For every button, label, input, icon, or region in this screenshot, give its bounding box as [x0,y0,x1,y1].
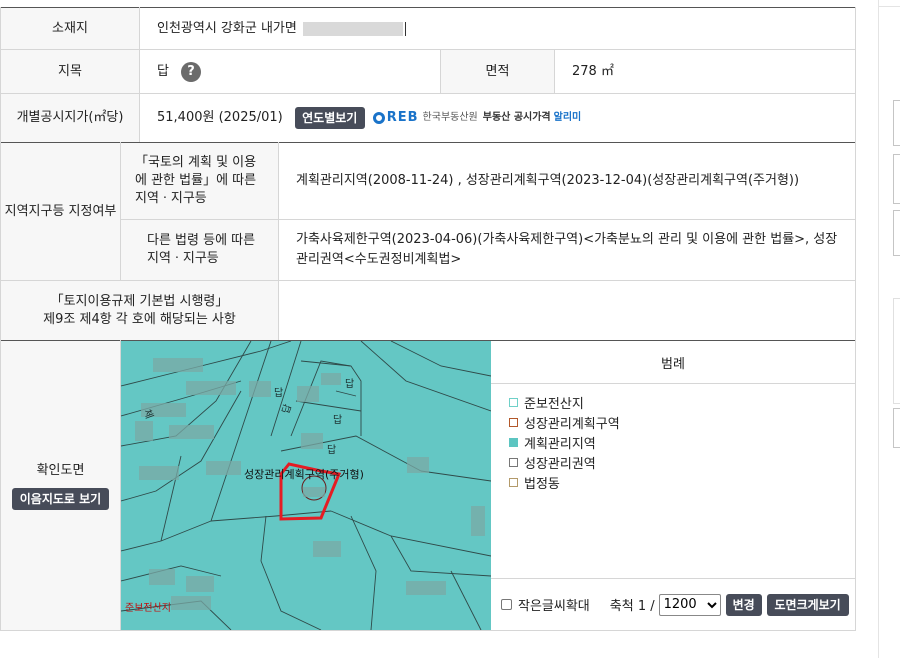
official-price-label: 개별공시지가(㎡당) [1,94,139,142]
legend-swatch [509,438,518,447]
change-scale-button[interactable]: 변경 [725,593,762,616]
legend-panel: 범례 준보전산지성장관리계획구역계획관리지역성장관리권역법정동 [491,341,855,578]
legend-title: 범례 [661,356,685,372]
legend-swatch [509,458,518,467]
location-value-cell: 인천광역시 강화군 내가면 [157,8,847,49]
land-category-value: 답 [157,63,169,79]
side-tab[interactable] [893,298,900,404]
reb-org-name: 한국부동산원 [422,112,478,123]
side-tab[interactable] [893,408,900,448]
legend-label: 성장관리계획구역 [524,417,620,432]
enforcement-value [296,281,846,340]
legend-item: 준보전산지 [509,393,584,412]
zoning-sub2-label: 다른 법령 등에 따른 지역ㆍ지구등 [121,220,278,280]
legend-item: 법정동 [509,473,560,492]
map-parcel-label: 답 [345,379,355,390]
zoning-sub2-value: 가축사육제한구역(2023-04-06)(가축사육제한구역)<가축분뇨의 관리 … [296,232,838,267]
side-tab[interactable] [893,154,900,204]
small-text-zoom-label[interactable]: 작은글씨확대 [518,595,590,614]
location-label: 소재지 [1,8,139,49]
map-corner-label: 준보전산지 [125,603,171,614]
legend-swatch [509,478,518,487]
reb-link[interactable]: REB 한국부동산원 부동산 공시가격 알리미 [372,108,582,128]
legend-label: 계획관리지역 [524,437,596,452]
legend-item: 성장관리권역 [509,453,596,472]
zoning-label: 지역지구등 지정여부 [1,143,120,280]
land-category-cell: 답 ? [157,50,437,93]
reb-logo-icon [372,112,385,124]
map-parcel-label: 답 [327,445,337,456]
map-zone-label: 성장관리계획구역(주거형) [244,468,364,481]
land-use-map[interactable]: 답 답 답 답 체 답 성장관리계획구역(주거형) 준보전산지 [121,341,491,630]
big-map-view-button[interactable]: 도면크게보기 [766,593,849,616]
side-tab[interactable] [893,100,900,146]
enforcement-label: 「토지이용규제 기본법 시행령」 제9조 제4항 각 호에 해당되는 사항 [1,281,278,340]
text-cursor [404,21,406,36]
official-price-cell: 51,400원 (2025/01) 연도별보기 REB 한국부동산원 부동산 공… [157,94,847,142]
side-panel [878,0,900,658]
scale-label: 축척 1 / [609,599,655,614]
yearly-view-button[interactable]: 연도별보기 [294,107,365,129]
enforcement-label-line2: 제9조 제4항 각 호에 해당되는 사항 [43,311,236,327]
confirm-map-label-cell: 확인도면 이음지도로 보기 [1,341,120,630]
legend-item: 계획관리지역 [509,433,596,452]
land-category-label: 지목 [1,50,139,93]
zoning-sub1-value: 계획관리지역(2008-11-24) , 성장관리계획구역(2023-12-04… [296,173,800,188]
location-value: 인천광역시 강화군 내가면 [157,20,297,36]
small-text-zoom-checkbox[interactable] [501,599,512,610]
official-price-value: 51,400원 (2025/01) [157,110,283,125]
masked-address [302,21,403,36]
area-label: 면적 [441,50,554,93]
confirm-map-label: 확인도면 [36,462,85,478]
map-parcel-label: 답 [274,388,284,399]
scale-select[interactable]: 1200 [658,593,721,616]
enforcement-label-line1: 「토지이용규제 기본법 시행령」 [50,293,229,309]
legend-swatch [509,398,518,407]
area-value: 278 ㎡ [572,63,614,79]
legend-item: 성장관리계획구역 [509,413,620,432]
reb-service-suffix: 알리미 [553,112,582,123]
side-tab[interactable] [893,210,900,256]
question-circle-icon[interactable]: ? [180,61,201,82]
eum-map-button[interactable]: 이음지도로 보기 [12,487,109,510]
reb-service-prefix: 부동산 공시가격 [482,112,551,123]
legend-label: 준보전산지 [524,397,584,412]
legend-label: 법정동 [524,477,560,492]
map-controls: 작은글씨확대 축척 1 / 1200 변경 도면크게보기 [491,579,855,630]
reb-logo: REB [386,110,419,125]
legend-swatch [509,418,518,427]
map-parcel-label: 답 [333,415,343,426]
legend-label: 성장관리권역 [524,457,596,472]
zoning-sub1-label: 「국토의 계획 및 이용에 관한 법률」에 따른 지역ㆍ지구등 [121,143,278,219]
